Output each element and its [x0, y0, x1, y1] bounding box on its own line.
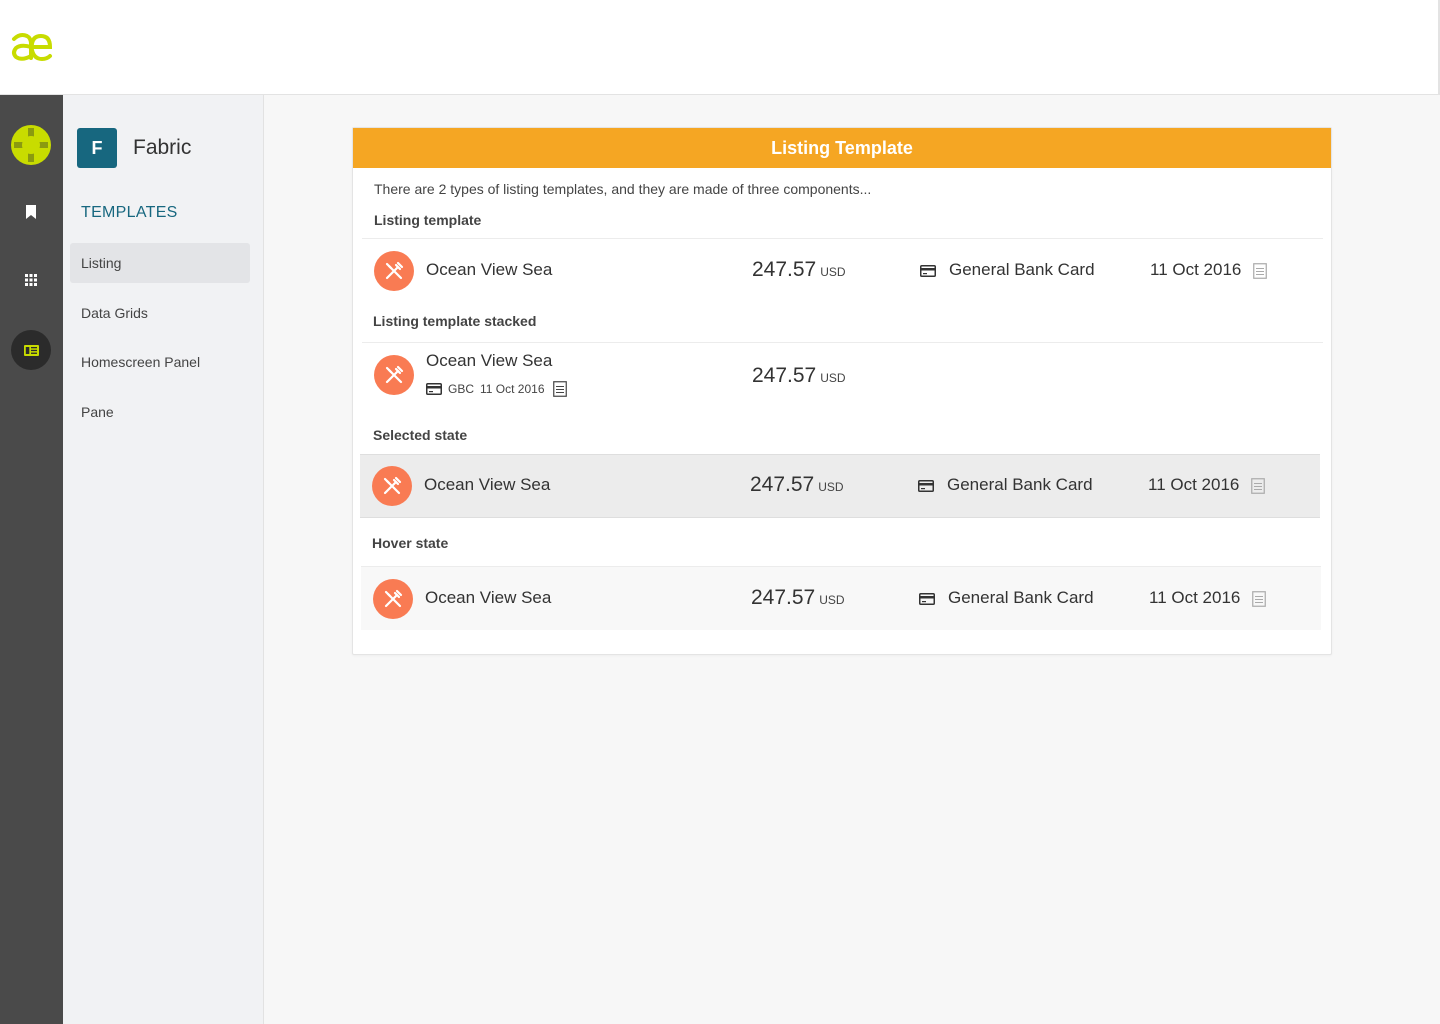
bookmark-icon[interactable]	[11, 192, 51, 232]
listing-amount: 247.57 USD	[750, 473, 844, 497]
payment-method: General Bank Card	[947, 475, 1093, 494]
payment-method: General Bank Card	[948, 588, 1094, 607]
listing-row-stacked[interactable]: Ocean View Sea GBC 11 Oct 2016 247.57 USD	[362, 343, 1322, 413]
panel-icon[interactable]	[11, 330, 51, 370]
listing-date: 11 Oct 2016	[1149, 588, 1241, 607]
listing-name: Ocean View Sea	[426, 351, 553, 370]
user-avatar-icon[interactable]	[11, 125, 51, 165]
amount-currency: USD	[820, 265, 846, 279]
listing-row-selected[interactable]: Ocean View Sea 247.57 USD General Bank Ca…	[360, 454, 1320, 518]
listing-date: 11 Oct 2016	[1148, 475, 1240, 494]
amount-value: 247.57	[750, 473, 815, 496]
grid-icon[interactable]	[11, 260, 51, 300]
cutlery-icon	[373, 579, 413, 619]
listing-amount: 247.57 USD	[751, 586, 845, 610]
amount-currency: USD	[820, 371, 846, 385]
cutlery-icon	[374, 355, 414, 395]
nav-item-pane[interactable]: Pane	[70, 392, 250, 432]
listing-row-hover[interactable]: Ocean View Sea 247.57 USD General Bank Ca…	[361, 566, 1321, 630]
listing-name: Ocean View Sea	[426, 260, 553, 279]
cutlery-icon	[372, 466, 412, 506]
credit-card-icon	[426, 383, 442, 395]
listing-amount: 247.57 USD	[752, 258, 846, 282]
stacked-meta: GBC 11 Oct 2016	[426, 381, 567, 397]
document-icon[interactable]	[1252, 591, 1266, 607]
ae-logo-icon[interactable]	[10, 30, 54, 64]
listing-date: 11 Oct 2016	[1150, 260, 1242, 279]
document-icon[interactable]	[1251, 478, 1265, 494]
card-intro: There are 2 types of listing templates, …	[374, 181, 872, 197]
payment-method: General Bank Card	[949, 260, 1095, 279]
listing-name: Ocean View Sea	[424, 475, 551, 494]
section-title: TEMPLATES	[81, 204, 178, 221]
payment-method-short: GBC	[448, 382, 475, 396]
amount-currency: USD	[819, 593, 845, 607]
section-label-hover-state: Hover state	[372, 535, 449, 551]
icon-rail	[0, 95, 63, 1024]
amount-value: 247.57	[751, 586, 816, 609]
listing-name: Ocean View Sea	[425, 588, 552, 607]
listing-template-card: Listing Template There are 2 types of li…	[352, 127, 1332, 655]
listing-row[interactable]: Ocean View Sea 247.57 USD General Bank Ca…	[362, 239, 1322, 303]
amount-value: 247.57	[752, 258, 817, 281]
amount-value: 247.57	[752, 364, 817, 387]
top-bar	[0, 0, 1440, 95]
card-title: Listing Template	[353, 128, 1331, 168]
nav-item-homescreen-panel[interactable]: Homescreen Panel	[70, 342, 250, 382]
credit-card-icon	[919, 593, 935, 605]
nav-item-data-grids[interactable]: Data Grids	[70, 293, 250, 333]
secondary-nav: F Fabric TEMPLATES Listing Data Grids Ho…	[63, 95, 264, 1024]
credit-card-icon	[918, 480, 934, 492]
brand-name: Fabric	[133, 136, 192, 159]
nav-item-listing[interactable]: Listing	[70, 243, 250, 283]
listing-amount: 247.57 USD	[752, 364, 846, 388]
document-icon[interactable]	[1253, 263, 1267, 279]
amount-currency: USD	[818, 480, 844, 494]
cutlery-icon	[374, 251, 414, 291]
credit-card-icon	[920, 265, 936, 277]
brand-badge: F	[77, 128, 117, 168]
brand: F Fabric	[77, 128, 191, 168]
section-label-listing-template: Listing template	[374, 212, 482, 228]
document-icon[interactable]	[552, 381, 567, 397]
listing-date: 11 Oct 2016	[480, 382, 545, 396]
section-label-listing-template-stacked: Listing template stacked	[373, 313, 537, 329]
section-label-selected-state: Selected state	[373, 427, 468, 443]
